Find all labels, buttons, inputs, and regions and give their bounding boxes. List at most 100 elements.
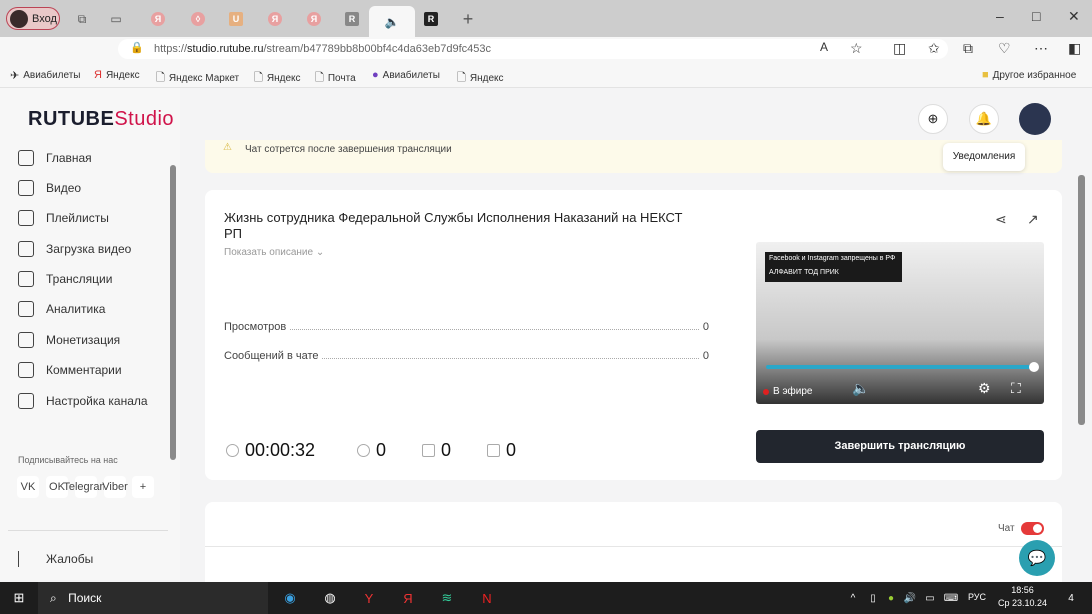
warning-text: Чат сотрется после завершения трансляции [245, 144, 452, 155]
create-button[interactable]: ⊕ [918, 104, 948, 134]
viewers-counter: 0 [357, 440, 386, 461]
sidebar-item-channel-settings[interactable]: Настройка канала [18, 393, 148, 409]
tray-volume-icon[interactable]: 🔊 [899, 588, 921, 608]
windows-start-icon[interactable]: ⊞ [8, 588, 30, 608]
notifications-bell-icon[interactable]: 🔔 [969, 104, 999, 134]
sidebar-toggle-icon[interactable]: ◧ [1068, 40, 1081, 57]
sidebar-item-label: Плейлисты [46, 211, 109, 225]
profile-button[interactable]: Вход [6, 7, 60, 30]
bookmark-label: Почта [327, 73, 356, 84]
show-description-link[interactable]: Показать описание ⌄ [224, 247, 324, 258]
edge-icon[interactable]: ◉ [279, 588, 301, 608]
bookmark-yandex-3[interactable]: 🗋 Яндекс [457, 69, 504, 88]
overlay-text: Facebook и Instagram запрещены в РФ [769, 255, 896, 262]
clock-date: Ср 23.10.24 [998, 598, 1048, 608]
tray-network-icon[interactable]: ▭ [919, 588, 941, 608]
live-label: В эфире [773, 386, 813, 397]
windows-taskbar: ⊞ ⌕ Поиск ◉ ◍ Y Я ≋ N ^ ▯ ● 🔊 ▭ ⌨ РУС 4 [0, 582, 1092, 614]
dislikes-counter: 0 [487, 440, 516, 461]
player-progress-bar[interactable] [766, 365, 1036, 369]
obs-icon[interactable]: ◍ [319, 588, 341, 608]
sidebar-item-broadcasts[interactable]: Трансляции [18, 271, 112, 287]
sidebar-item-video[interactable]: Видео [18, 180, 81, 196]
clock-time: 18:56 [1011, 585, 1034, 595]
read-aloud-icon[interactable]: A [820, 40, 828, 54]
browser-tab-bar: Вход ⧉ ▭ Я ◊ U Я Я R 🔈 R + – □ ✕ [0, 0, 1092, 37]
bookmark-aviabilety-2[interactable]: ● Авиабилеты [372, 69, 440, 81]
tab-yandex-3[interactable]: Я [296, 6, 332, 32]
clock-icon [226, 444, 239, 457]
open-external-icon[interactable]: ↗ [1027, 211, 1039, 228]
new-tab-button[interactable]: + [450, 6, 486, 32]
language-indicator[interactable]: РУС [968, 592, 986, 602]
notifications-center-icon[interactable]: 4 [1060, 588, 1082, 608]
bookmark-label: Яндекс [469, 73, 504, 84]
sidebar-item-complaints[interactable]: Жалобы [18, 551, 93, 567]
sidebar-item-playlists[interactable]: Плейлисты [18, 210, 109, 226]
close-button[interactable]: ✕ [1068, 8, 1080, 25]
bookmark-yandex-2[interactable]: 🗋 Яндекс [254, 69, 301, 88]
bookmark-yandex[interactable]: Я Яндекс [94, 69, 140, 81]
bookmark-label: Яндекс Маркет [168, 73, 240, 84]
bookmark-aviabilety[interactable]: ✈ Авиабилеты [10, 69, 81, 82]
favorite-star-icon[interactable]: ☆ [850, 40, 863, 57]
more-icon[interactable]: ⋯ [1034, 40, 1048, 57]
end-stream-button[interactable]: Завершить трансляцию [756, 430, 1044, 463]
collections-icon[interactable]: ⧉ [963, 40, 973, 57]
maximize-button[interactable]: □ [1032, 8, 1040, 24]
tab-yandex[interactable]: Я [140, 6, 176, 32]
tab-rutube[interactable]: R [334, 6, 370, 32]
tab-active-audio[interactable]: 🔈 [369, 6, 415, 37]
tab-yandex-2[interactable]: Я [257, 6, 293, 32]
viber-icon[interactable]: Viber [102, 476, 128, 498]
taskbar-search[interactable]: ⌕ Поиск [38, 582, 268, 614]
follow-us-label: Подписывайтесь на нас [18, 455, 118, 465]
telegram-icon[interactable]: Telegram [63, 476, 109, 498]
taskbar-clock[interactable]: 18:56 Ср 23.10.24 [998, 584, 1047, 610]
sidebar-item-upload[interactable]: Загрузка видео [18, 241, 131, 257]
sidebar-scrollbar[interactable] [170, 165, 176, 460]
chat-toggle[interactable] [1021, 522, 1044, 535]
favorites-icon[interactable]: ✩ [928, 40, 940, 57]
fullscreen-icon[interactable]: ⛶ [1011, 380, 1021, 397]
bookmark-label: Авиабилеты [382, 69, 440, 81]
tab-u[interactable]: U [218, 6, 254, 32]
user-avatar[interactable] [1019, 103, 1051, 135]
tab-rutube-2[interactable]: R [413, 6, 449, 32]
support-chat-button[interactable]: 💬 [1019, 540, 1055, 576]
audio-app-icon[interactable]: ≋ [436, 588, 458, 608]
sidebar-item-home[interactable]: Главная [18, 150, 92, 166]
yandex-icon[interactable]: Я [397, 588, 419, 608]
settings-gear-icon[interactable]: ⚙ [978, 380, 991, 397]
tray-chevron-icon[interactable]: ^ [842, 588, 864, 608]
sidebar-item-comments[interactable]: Комментарии [18, 362, 122, 378]
analytics-icon [18, 301, 34, 317]
main-scrollbar[interactable] [1078, 175, 1085, 425]
stat-value: 0 [702, 321, 709, 333]
tray-keyboard-icon[interactable]: ⌨ [940, 588, 962, 608]
yandex-browser-icon[interactable]: Y [358, 588, 380, 608]
split-screen-icon[interactable]: ◫ [893, 40, 906, 57]
share-icon[interactable]: ⋖ [995, 211, 1007, 228]
volume-icon[interactable]: 🔈 [852, 380, 869, 397]
netflix-icon[interactable]: N [476, 588, 498, 608]
other-favorites[interactable]: ■ Другое избранное [982, 69, 1076, 81]
minimize-button[interactable]: – [996, 8, 1004, 24]
browser-essentials-icon[interactable]: ♡ [998, 40, 1011, 57]
other-favorites-label: Другое избранное [992, 69, 1077, 81]
sidebar-item-analytics[interactable]: Аналитика [18, 301, 105, 317]
player-progress-knob[interactable] [1029, 362, 1039, 372]
stat-label: Просмотров [224, 321, 287, 333]
vk-icon[interactable]: VK [17, 476, 39, 498]
lock-icon[interactable]: 🔒 [130, 41, 144, 54]
sidebar-item-monetization[interactable]: Монетизация [18, 332, 120, 348]
playlist-icon [18, 210, 34, 226]
tab-actions-icon[interactable]: ▭ [98, 6, 134, 32]
bookmark-yandex-market[interactable]: 🗋 Яндекс Маркет [156, 69, 239, 88]
more-socials-icon[interactable]: + [132, 476, 154, 498]
bookmark-pochta[interactable]: 🗋 Почта [315, 69, 356, 88]
rutube-studio-logo[interactable]: RUTUBEStudio [28, 108, 174, 131]
workspaces-icon[interactable]: ⧉ [64, 6, 100, 32]
tab-shield[interactable]: ◊ [180, 6, 216, 32]
avatar [10, 9, 28, 28]
